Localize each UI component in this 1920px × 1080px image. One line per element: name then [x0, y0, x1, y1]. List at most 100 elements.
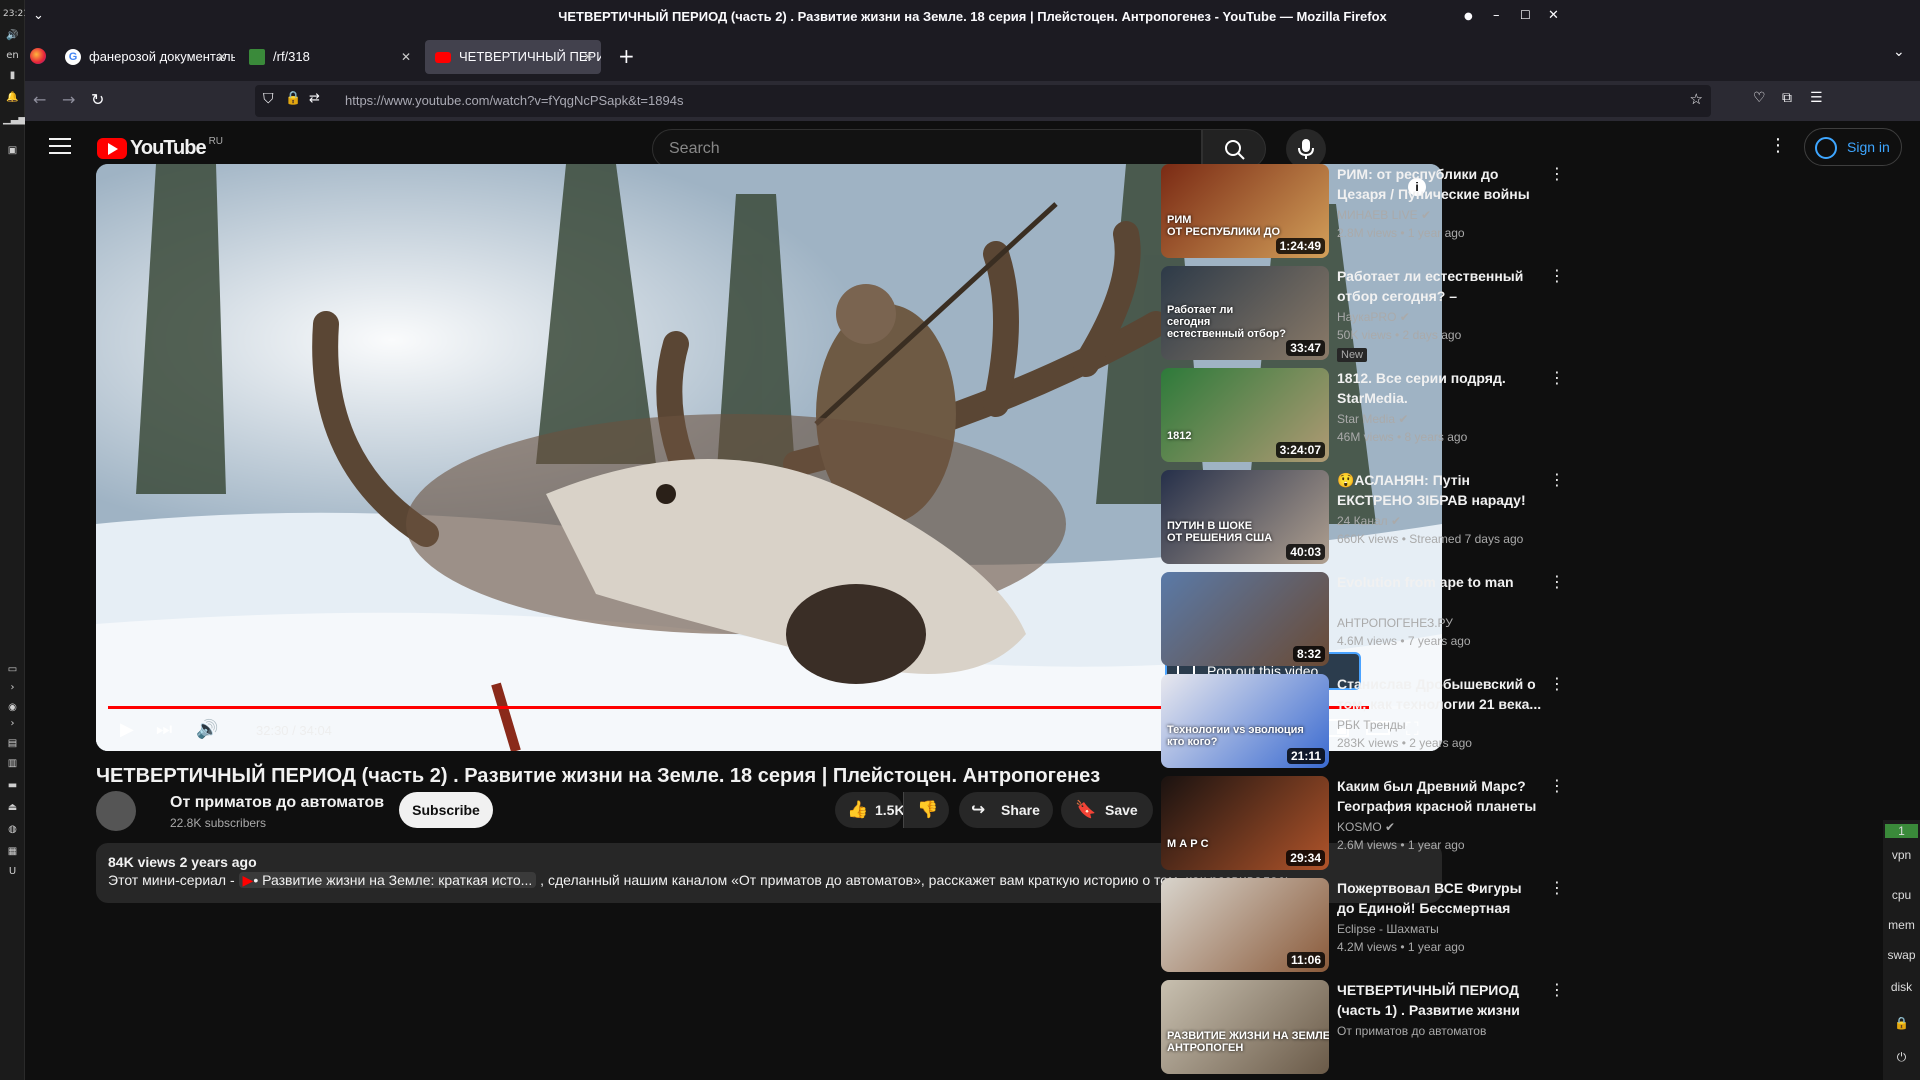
forward-button[interactable]: →	[62, 90, 75, 109]
recommendation-channel[interactable]: Star Media ✔	[1337, 412, 1408, 426]
reload-button[interactable]: ↻	[91, 90, 104, 109]
next-video-icon[interactable]: ⏭	[156, 719, 172, 740]
video-thumbnail[interactable]: Технологии vs эволюция кто кого? 21:11	[1161, 674, 1329, 768]
recommendation-channel[interactable]: МИНАЕВ LIVE ✔	[1337, 208, 1431, 222]
tab-google-search[interactable]: G фанерозой документальный ✕	[55, 40, 235, 74]
playlist-link-text[interactable]: • Развитие жизни на Земле: краткая исто.…	[253, 872, 532, 888]
recommendation-card[interactable]: М А Р С 29:34 Каким был Древний Марс? Геог…	[1161, 776, 1565, 870]
bookmark-star-icon[interactable]: ☆	[1690, 90, 1703, 108]
recommendation-card[interactable]: Технологии vs эволюция кто кого? 21:11 Ста…	[1161, 674, 1565, 768]
more-options-icon[interactable]: ⋮	[1549, 368, 1565, 387]
recommendation-channel[interactable]: От приматов до автоматов	[1337, 1024, 1486, 1038]
volume-icon[interactable]: 🔊	[196, 719, 218, 740]
recommendation-channel[interactable]: 24 Канал ✔	[1337, 514, 1401, 528]
list-all-tabs-chevron-icon[interactable]: ⌄	[1893, 44, 1905, 60]
lock-icon[interactable]: 🔒	[285, 91, 301, 106]
tab-rf-318[interactable]: /rf/318 ✕	[239, 40, 419, 74]
settings-more-icon[interactable]: ⋮	[1769, 135, 1787, 156]
new-tab-button[interactable]: +	[618, 44, 635, 68]
video-thumbnail[interactable]: ПУТИН В ШОКЕ ОТ РЕШЕНИЯ США 40:03	[1161, 470, 1329, 564]
url-text[interactable]: https://www.youtube.com/watch?v=fYqgNcPS…	[345, 93, 683, 108]
more-options-icon[interactable]: ⋮	[1549, 164, 1565, 183]
firefox-view-icon[interactable]	[30, 48, 46, 64]
close-tab-icon[interactable]: ✕	[583, 40, 593, 74]
dislike-button[interactable]: 👎	[903, 792, 949, 828]
recommendation-channel[interactable]: Eclipse - Шахматы	[1337, 922, 1439, 936]
more-options-icon[interactable]: ⋮	[1549, 776, 1565, 795]
usb-icon[interactable]: ⏏	[3, 800, 22, 816]
share-button[interactable]: ↪ Share	[959, 792, 1053, 828]
maximize-button[interactable]: ☐	[1520, 8, 1531, 22]
power-icon[interactable]: ⏻	[1885, 1050, 1918, 1065]
recommendation-title[interactable]: РИМ: от республики до Цезаря / Пунически…	[1337, 164, 1542, 204]
more-options-icon[interactable]: ⋮	[1549, 980, 1565, 999]
app-menu-icon[interactable]: ☰	[1810, 90, 1823, 106]
recommendation-card[interactable]: 8:32 Evolution from ape to man АНТРОПОГЕНЕ…	[1161, 572, 1565, 666]
folder-icon[interactable]: ▬	[3, 778, 22, 794]
close-tab-icon[interactable]: ✕	[217, 40, 227, 74]
recommendation-title[interactable]: 😲АСЛАНЯН: Путін ЕКСТРЕНО ЗІБРАВ нараду! …	[1337, 470, 1542, 510]
recommendation-card[interactable]: Работает ли сегодня естественный отбор? 3…	[1161, 266, 1565, 362]
video-thumbnail[interactable]: М А Р С 29:34	[1161, 776, 1329, 870]
sign-in-button[interactable]: Sign in	[1804, 128, 1902, 166]
recommendation-card[interactable]: 1812 3:24:07 1812. Все серии подряд. StarM…	[1161, 368, 1565, 462]
clipboard-icon[interactable]: ▥	[3, 756, 22, 772]
video-thumbnail[interactable]: 1812 3:24:07	[1161, 368, 1329, 462]
recommendation-card[interactable]: ПУТИН В ШОКЕ ОТ РЕШЕНИЯ США 40:03 😲АСЛАНЯН…	[1161, 470, 1565, 564]
more-options-icon[interactable]: ⋮	[1549, 266, 1565, 285]
subscribe-button[interactable]: Subscribe	[399, 792, 493, 828]
recommendation-title[interactable]: Пожертвовал ВСЕ Фигуры до Единой! Бессме…	[1337, 878, 1542, 918]
recommendation-channel[interactable]: KOSMO ✔	[1337, 820, 1395, 834]
shield-icon[interactable]: ⛉	[263, 91, 274, 107]
recommendation-title[interactable]: Работает ли естественный отбор сегодня? …	[1337, 266, 1542, 306]
url-bar[interactable]: ⛉ 🔒 ⇄ https://www.youtube.com/watch?v=fY…	[255, 85, 1711, 117]
more-options-icon[interactable]: ⋮	[1549, 470, 1565, 489]
play-icon[interactable]: ▶	[120, 719, 134, 740]
recommendation-title[interactable]: Каким был Древний Марс? География красно…	[1337, 776, 1542, 816]
recommendation-title[interactable]: 1812. Все серии подряд. StarMedia. Докум…	[1337, 368, 1542, 408]
search-box[interactable]	[652, 129, 1202, 169]
recommendation-card[interactable]: РИМ ОТ РЕСПУБЛИКИ ДО 1:24:49 РИМ: от респу…	[1161, 164, 1565, 258]
video-thumbnail[interactable]: Работает ли сегодня естественный отбор? 3…	[1161, 266, 1329, 360]
more-options-icon[interactable]: ⋮	[1549, 572, 1565, 591]
youtube-logo[interactable]: YouTube RU	[97, 136, 223, 160]
recommendation-card[interactable]: РАЗВИТИЕ ЖИЗНИ НА ЗЕМЛЕ АНТРОПОГЕН ЧЕТВЕР…	[1161, 980, 1565, 1074]
permissions-icon[interactable]: ⇄	[309, 91, 320, 106]
chevron-right-icon[interactable]: ›	[3, 680, 22, 696]
recommendation-channel[interactable]: РБК Тренды	[1337, 718, 1405, 732]
more-options-icon[interactable]: ⋮	[1549, 674, 1565, 693]
minimize-button[interactable]: –	[1493, 8, 1500, 23]
recommendation-title[interactable]: Evolution from ape to man	[1337, 572, 1542, 612]
more-options-icon[interactable]: ⋮	[1549, 878, 1565, 897]
image-app-icon[interactable]: ▤	[3, 736, 22, 752]
guide-menu-icon[interactable]	[49, 138, 71, 154]
pocket-icon[interactable]: ♡	[1753, 90, 1766, 106]
recommendation-title[interactable]: ЧЕТВЕРТИЧНЫЙ ПЕРИОД (часть 1) . Развитие…	[1337, 980, 1542, 1020]
save-button[interactable]: 🔖 Save	[1061, 792, 1153, 828]
chevron-right-icon[interactable]: ›	[3, 716, 22, 732]
recommendation-card[interactable]: 11:06 Пожертвовал ВСЕ Фигуры до Единой! Б…	[1161, 878, 1565, 972]
video-thumbnail[interactable]: 8:32	[1161, 572, 1329, 666]
video-thumbnail[interactable]: РИМ ОТ РЕСПУБЛИКИ ДО 1:24:49	[1161, 164, 1329, 258]
keyboard-layout[interactable]: en	[3, 48, 22, 64]
channel-name[interactable]: От приматов до автоматов	[170, 794, 384, 812]
recommendation-title[interactable]: Станислав Дробышевский о том, как технол…	[1337, 674, 1542, 714]
playlist-link-chip[interactable]: ▶• Развитие жизни на Земле: краткая исто…	[238, 872, 537, 888]
back-button[interactable]: ←	[33, 90, 46, 109]
close-tab-icon[interactable]: ✕	[401, 40, 411, 74]
voice-search-button[interactable]	[1286, 129, 1326, 169]
search-input[interactable]	[653, 130, 1201, 168]
terminal-icon[interactable]: ▭	[3, 662, 22, 678]
user-icon[interactable]: U	[3, 864, 22, 880]
video-thumbnail[interactable]: РАЗВИТИЕ ЖИЗНИ НА ЗЕМЛЕ АНТРОПОГЕН	[1161, 980, 1329, 1074]
firefox-taskbar-icon[interactable]: ◉	[3, 700, 22, 716]
disk-icon[interactable]: ▦	[3, 844, 22, 860]
video-thumbnail[interactable]: 11:06	[1161, 878, 1329, 972]
recommendation-channel[interactable]: НаукаPRO ✔	[1337, 310, 1410, 324]
app-icon[interactable]: ▣	[3, 143, 22, 159]
lock-icon[interactable]: 🔒	[1885, 1016, 1918, 1030]
notification-icon[interactable]: 🔔	[3, 90, 22, 106]
tab-youtube-video[interactable]: ЧЕТВЕРТИЧНЫЙ ПЕРИОД (ча ✕	[425, 40, 601, 74]
extensions-icon[interactable]: ⧉	[1782, 90, 1792, 106]
volume-icon[interactable]: 🔊	[3, 28, 22, 44]
